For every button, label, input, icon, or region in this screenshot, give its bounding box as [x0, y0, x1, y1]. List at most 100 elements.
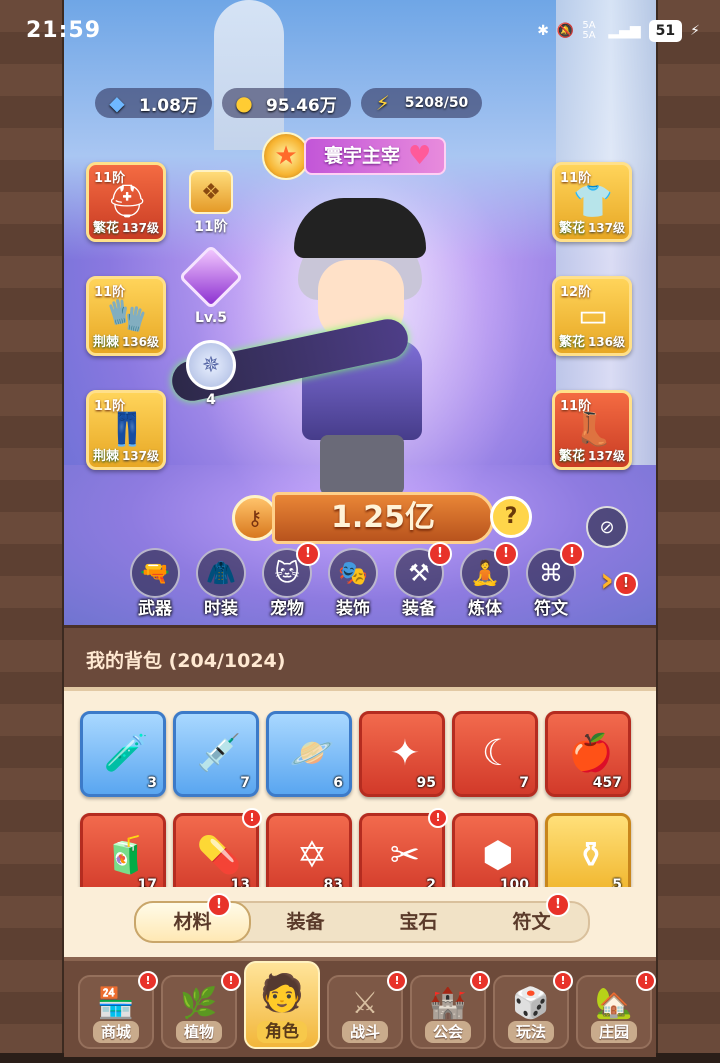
more-categories-button[interactable]: › !: [600, 560, 638, 600]
bag-item[interactable]: 🧃 17: [80, 813, 166, 891]
equip-slot-helmet[interactable]: 11阶 ⛑ 繁花 137级: [86, 162, 166, 242]
help-button[interactable]: ?: [490, 496, 532, 538]
category-label: 符文: [534, 599, 568, 619]
currency-gems[interactable]: ◆ 1.08万: [95, 88, 212, 118]
category-row: 🔫 武器 🧥 时装 🐱 宠物! 🎭 装饰 ⚒ 装备! 🧘 炼体! ⌘ 符文!: [130, 542, 584, 619]
bag-item[interactable]: 🍎 457: [545, 711, 631, 797]
bag-item[interactable]: 💊 13!: [173, 808, 262, 891]
category-label: 武器: [138, 599, 172, 619]
green-canister-icon: 🧃: [103, 835, 149, 876]
network-label: 5A 5A: [582, 20, 596, 41]
notification-badge: !: [553, 971, 573, 991]
item-count: 95: [416, 775, 436, 791]
slot-name: 繁花: [559, 221, 586, 236]
scissors-icon: ✂: [389, 834, 421, 876]
title-badge[interactable]: ★ 寰宇主宰 ♥: [262, 132, 447, 180]
wheel-level: 4: [206, 392, 216, 408]
slot-level: 137级: [587, 449, 625, 463]
currency-energy[interactable]: ⚡ 5208/50: [360, 88, 483, 118]
slot-level: 137级: [587, 221, 625, 235]
gameplay-icon: 🎲: [512, 985, 550, 1021]
green-pill-icon: 💊: [196, 835, 242, 876]
heart-icon: ♥: [408, 141, 432, 171]
purple-gem-icon[interactable]: [178, 244, 244, 310]
bag-item[interactable]: 🪐 6: [266, 711, 352, 797]
golden-flask-icon: ⚱: [575, 834, 607, 876]
gem-amount: 1.08万: [139, 95, 198, 116]
bag-item[interactable]: ✦ 95: [359, 711, 445, 797]
shop-icon: 🏪: [97, 985, 135, 1021]
notification-badge: !: [428, 542, 452, 566]
pet-slot[interactable]: ❖: [189, 170, 233, 214]
bag-item[interactable]: ✡ 83: [266, 813, 352, 891]
slot-level: 136级: [587, 335, 625, 349]
bottom-nav: 🏪 商城! 🌿 植物! 🧑 角色 ⚔ 战斗! 🏰 公会! 🎲 玩法! 🏡 庄园!: [64, 957, 656, 1057]
nav-plant[interactable]: 🌿 植物!: [161, 971, 241, 1049]
tab-label: 符文: [512, 911, 551, 933]
tab-label: 装备: [286, 911, 325, 933]
character-icon: 🧑: [259, 973, 305, 1014]
energy-amount: 5208/50: [404, 95, 469, 111]
category-weapon[interactable]: 🔫 武器: [130, 548, 180, 619]
gem-level: Lv.5: [195, 310, 227, 326]
slot-name: 荆棘: [93, 335, 120, 350]
notification-badge: !: [560, 542, 584, 566]
category-mask[interactable]: 🎭 装饰: [328, 548, 378, 619]
bag-item[interactable]: ⚱ 5: [545, 813, 631, 891]
bag-tabs: 材料! 装备 宝石 符文!: [134, 893, 590, 943]
nav-label: 庄园: [590, 1021, 638, 1043]
coin-amount: 95.46万: [265, 95, 337, 116]
bag-item[interactable]: ⬢ 100: [452, 813, 538, 891]
mute-icon: 🔕: [556, 23, 575, 39]
equip-slot-belt[interactable]: 12阶 ▭ 繁花 136级: [552, 276, 632, 356]
bag-item[interactable]: ✂ 2!: [359, 808, 448, 891]
category-outfit[interactable]: 🧥 时装: [196, 548, 246, 619]
compass-wheel-icon[interactable]: ✵: [186, 340, 236, 390]
equip-slot-pants[interactable]: 11阶 👖 荆棘 137级: [86, 390, 166, 470]
bag-item[interactable]: 💉 7: [173, 711, 259, 797]
tab-3[interactable]: 符文!: [475, 893, 588, 941]
nav-character[interactable]: 🧑 角色: [244, 961, 320, 1049]
tab-2[interactable]: 宝石: [362, 903, 475, 941]
tab-0[interactable]: 材料!: [134, 893, 251, 943]
item-count: 7: [240, 775, 250, 791]
currency-coins[interactable]: ● 95.46万: [221, 88, 351, 118]
nav-label: 战斗: [341, 1021, 389, 1043]
item-count: 3: [147, 775, 157, 791]
chevron-right-icon: ›: [600, 560, 615, 600]
item-count: 7: [519, 775, 529, 791]
bag-item[interactable]: 🧪 3: [80, 711, 166, 797]
mask-icon: 🎭: [328, 548, 378, 598]
manor-icon: 🏡: [595, 985, 633, 1021]
equip-slot-gloves[interactable]: 11阶 🧤 荆棘 136级: [86, 276, 166, 356]
bag-title: 我的背包 (204/1024): [86, 650, 286, 672]
bag-item[interactable]: ☾ 7: [452, 711, 538, 797]
nav-label: 角色: [257, 1021, 307, 1043]
bluetooth-icon: ✱: [537, 23, 549, 39]
syringe-icon: 💉: [196, 733, 242, 774]
equip-slot-armor[interactable]: 11阶 👕 繁花 137级: [552, 162, 632, 242]
category-body[interactable]: 🧘 炼体!: [460, 542, 518, 619]
cube-crystal-icon: ⬢: [482, 834, 514, 876]
star-crystal-icon: ✦: [389, 732, 421, 774]
nav-shop[interactable]: 🏪 商城!: [78, 971, 158, 1049]
energy-icon: ⚡: [375, 91, 390, 115]
clock: 21:59: [26, 18, 102, 43]
equip-slot-boots[interactable]: 11阶 👢 繁花 137级: [552, 390, 632, 470]
weapon-icon: 🔫: [130, 548, 180, 598]
category-rune[interactable]: ⌘ 符文!: [526, 542, 584, 619]
category-label: 时装: [204, 599, 238, 619]
nav-manor[interactable]: 🏡 庄园!: [576, 971, 656, 1049]
nav-guild[interactable]: 🏰 公会!: [410, 971, 490, 1049]
nav-gameplay[interactable]: 🎲 玩法!: [493, 971, 573, 1049]
tab-1[interactable]: 装备: [249, 903, 362, 941]
nav-battle[interactable]: ⚔ 战斗!: [327, 971, 407, 1049]
category-equipment[interactable]: ⚒ 装备!: [394, 542, 452, 619]
category-pet[interactable]: 🐱 宠物!: [262, 542, 320, 619]
slot-level: 136级: [121, 335, 159, 349]
charging-icon: ⚡: [690, 23, 700, 39]
hexagram-icon: ✡: [296, 834, 328, 876]
notification-badge: !: [242, 808, 262, 828]
hide-ui-button[interactable]: ⊘: [586, 506, 628, 548]
combat-power: ⚷ 1.25亿: [232, 492, 495, 544]
